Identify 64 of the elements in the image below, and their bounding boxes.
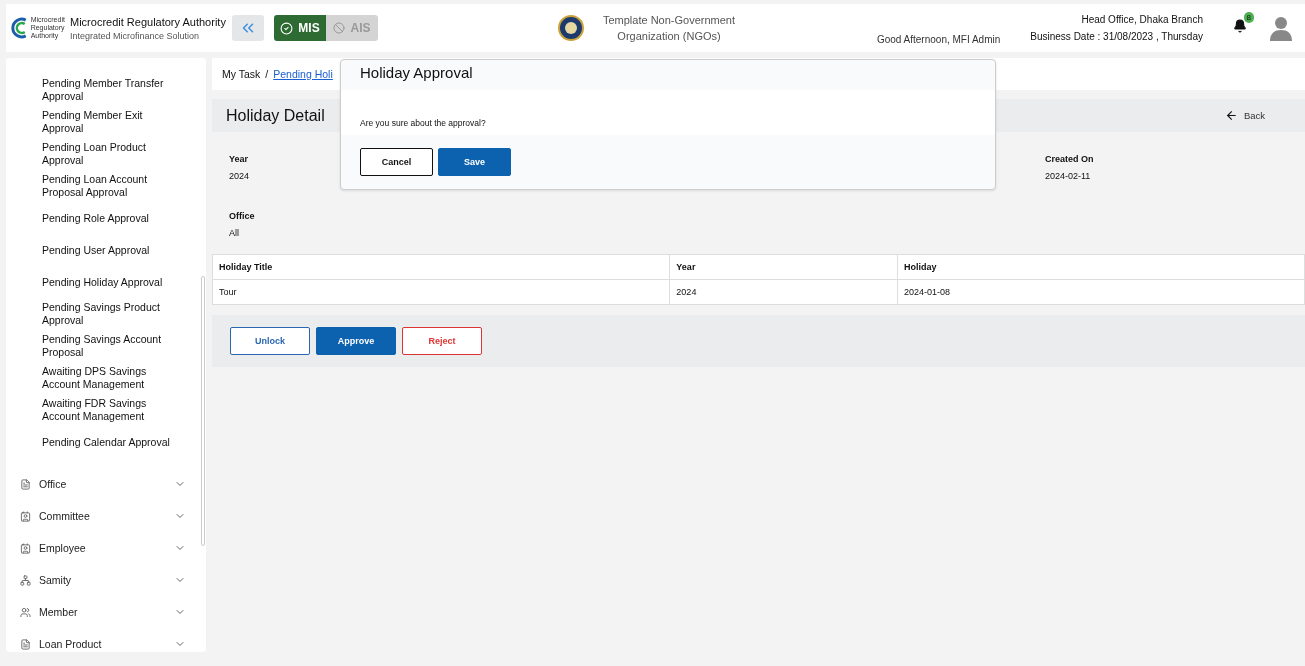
org-subtitle: Integrated Microfinance Solution xyxy=(70,30,201,41)
menu-item-icon xyxy=(20,542,31,554)
notification-bell-icon[interactable] xyxy=(1233,19,1247,33)
sidebar-item[interactable]: Awaiting DPS Savings Account Management xyxy=(6,362,186,394)
greeting: Good Afternoon, MFI Admin xyxy=(876,34,1001,45)
menu-item-icon xyxy=(20,574,31,586)
column-header: Year xyxy=(669,254,898,280)
breadcrumb-separator: / xyxy=(265,68,269,80)
page-title: Holiday Detail xyxy=(226,106,325,125)
field-value: All xyxy=(229,228,240,238)
seal-icon xyxy=(558,15,584,41)
branch-name: Head Office, Dhaka Branch xyxy=(1081,14,1203,25)
org-name: Microcredit Regulatory Authority xyxy=(70,15,227,28)
sidebar-item[interactable]: Pending User Approval xyxy=(6,234,186,266)
check-circle-icon xyxy=(280,21,294,35)
sidebar-item[interactable]: Pending Role Approval xyxy=(6,202,186,234)
sidebar-item[interactable]: Pending Loan Product Approval xyxy=(6,138,186,170)
menu-item-icon xyxy=(20,510,31,522)
back-button[interactable]: Back xyxy=(1218,108,1271,123)
field-value: 2024-02-11 xyxy=(1045,171,1092,181)
field-label: Year xyxy=(229,154,250,164)
collapse-sidebar-button[interactable] xyxy=(232,15,264,41)
field-value: 2024 xyxy=(229,171,250,181)
breadcrumb-item: My Task xyxy=(222,68,261,80)
action-button[interactable]: Approve xyxy=(316,327,396,355)
sidebar-item[interactable]: Pending Holiday Approval xyxy=(6,266,186,298)
table-cell: 2024 xyxy=(669,279,898,305)
field-label: Created On xyxy=(1045,154,1094,164)
breadcrumb-link[interactable]: Pending Holi xyxy=(273,68,333,80)
notification-count: 8 xyxy=(1243,12,1254,23)
sidebar-menu-item[interactable]: Office xyxy=(39,478,166,490)
module-tab[interactable]: MIS xyxy=(274,15,326,41)
dialog-message: Are you sure about the approval? xyxy=(341,90,995,135)
arrow-left-icon xyxy=(1224,109,1238,122)
sidebar-item[interactable]: Pending Member Transfer Approval xyxy=(6,74,186,106)
sidebar-item[interactable]: Pending Calendar Approval xyxy=(6,426,186,458)
field-label: Office xyxy=(229,211,255,221)
menu-item-icon xyxy=(20,638,31,650)
ban-icon xyxy=(333,22,346,34)
ngo-name: Template Non-Government Organization (NGOs) xyxy=(601,13,737,44)
menu-item-icon xyxy=(20,606,31,618)
column-header: Holiday xyxy=(897,254,1305,280)
sidebar-item[interactable]: Pending Member Exit Approval xyxy=(6,106,186,138)
sidebar-item[interactable]: Pending Loan Account Proposal Approval xyxy=(6,170,186,202)
user-avatar-icon[interactable] xyxy=(1269,15,1293,41)
sidebar-menu-item[interactable]: Loan Product xyxy=(39,638,166,650)
scrollbar[interactable] xyxy=(201,276,205,546)
sidebar-item[interactable]: Pending Savings Account Proposal xyxy=(6,330,186,362)
dialog-button[interactable]: Save xyxy=(438,148,511,176)
sidebar-item[interactable]: Awaiting FDR Savings Account Management xyxy=(6,394,186,426)
table-cell: 2024-01-08 xyxy=(897,279,1305,305)
action-button[interactable]: Unlock xyxy=(230,327,310,355)
action-button[interactable]: Reject xyxy=(402,327,482,355)
dialog-title: Holiday Approval xyxy=(359,63,474,83)
sidebar-item[interactable]: Pending Savings Product Approval xyxy=(6,298,186,330)
sidebar-menu-item[interactable]: Employee xyxy=(39,542,166,554)
menu-item-icon xyxy=(20,478,31,490)
table-cell: Tour xyxy=(212,279,670,305)
business-date: Business Date : 31/08/2023 , Thursday xyxy=(1030,31,1203,42)
sidebar-menu-item[interactable]: Committee xyxy=(39,510,166,522)
sidebar-menu-item[interactable]: Samity xyxy=(39,574,166,586)
sidebar-menu-item[interactable]: Member xyxy=(39,606,166,618)
column-header: Holiday Title xyxy=(212,254,670,280)
dialog-button[interactable]: Cancel xyxy=(360,148,433,176)
